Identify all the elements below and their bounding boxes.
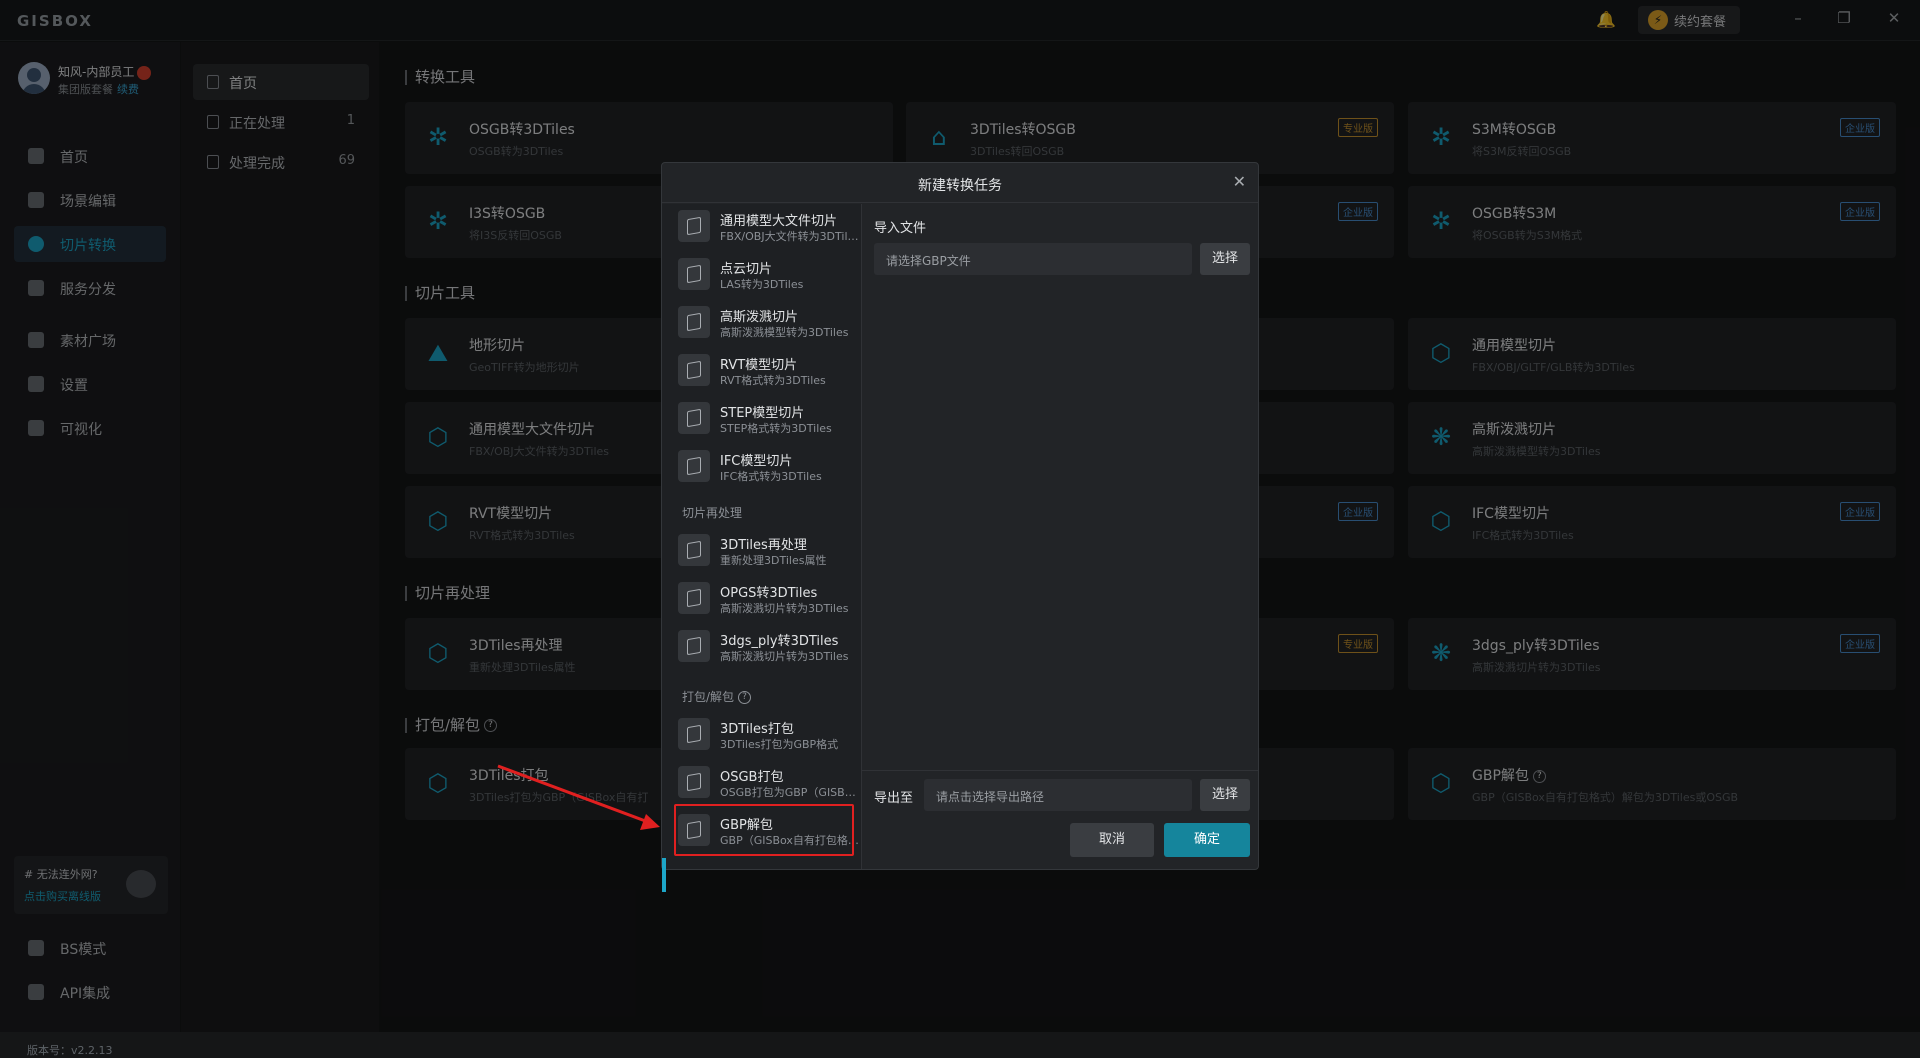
version-label: 版本号：v2.2.13 — [27, 1044, 113, 1057]
annotation-arrow — [497, 764, 660, 830]
